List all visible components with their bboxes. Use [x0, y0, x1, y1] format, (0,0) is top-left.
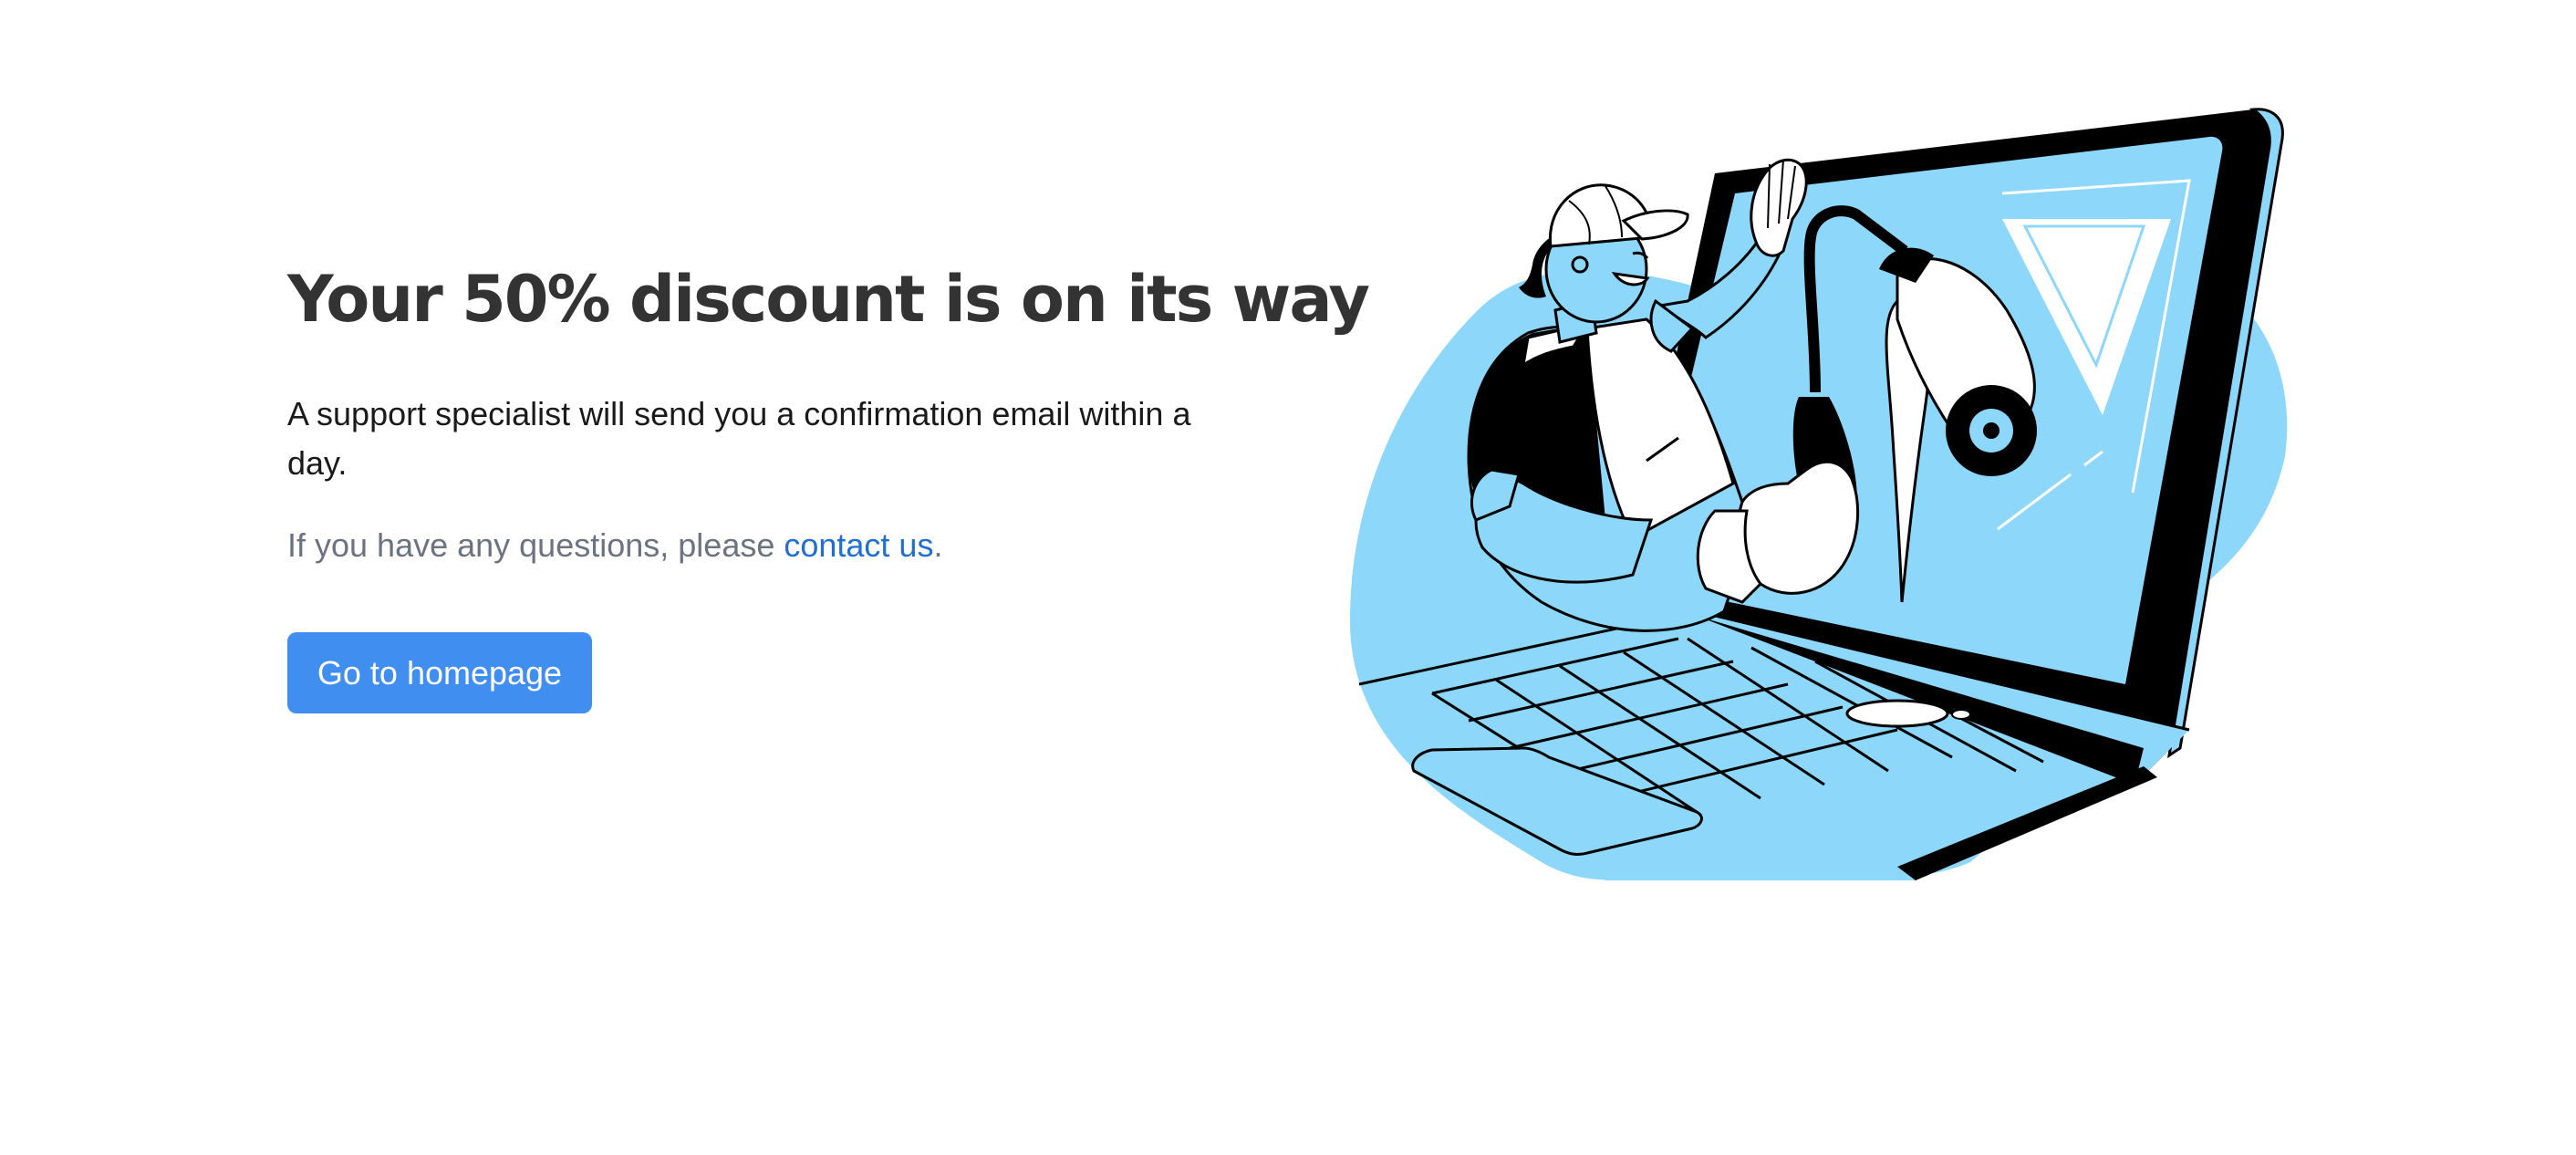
contact-us-link[interactable]: contact us: [784, 526, 933, 564]
go-to-homepage-button[interactable]: Go to homepage: [287, 632, 592, 713]
confirmation-message: A support specialist will send you a con…: [287, 395, 1191, 482]
help-text-prefix: If you have any questions, please: [287, 526, 784, 564]
help-text-suffix: .: [933, 526, 943, 564]
laptop-painter-illustration: [1350, 108, 2288, 880]
help-text: If you have any questions, please contac…: [287, 521, 942, 570]
page-title: Your 50% discount is on its way: [287, 262, 1370, 337]
